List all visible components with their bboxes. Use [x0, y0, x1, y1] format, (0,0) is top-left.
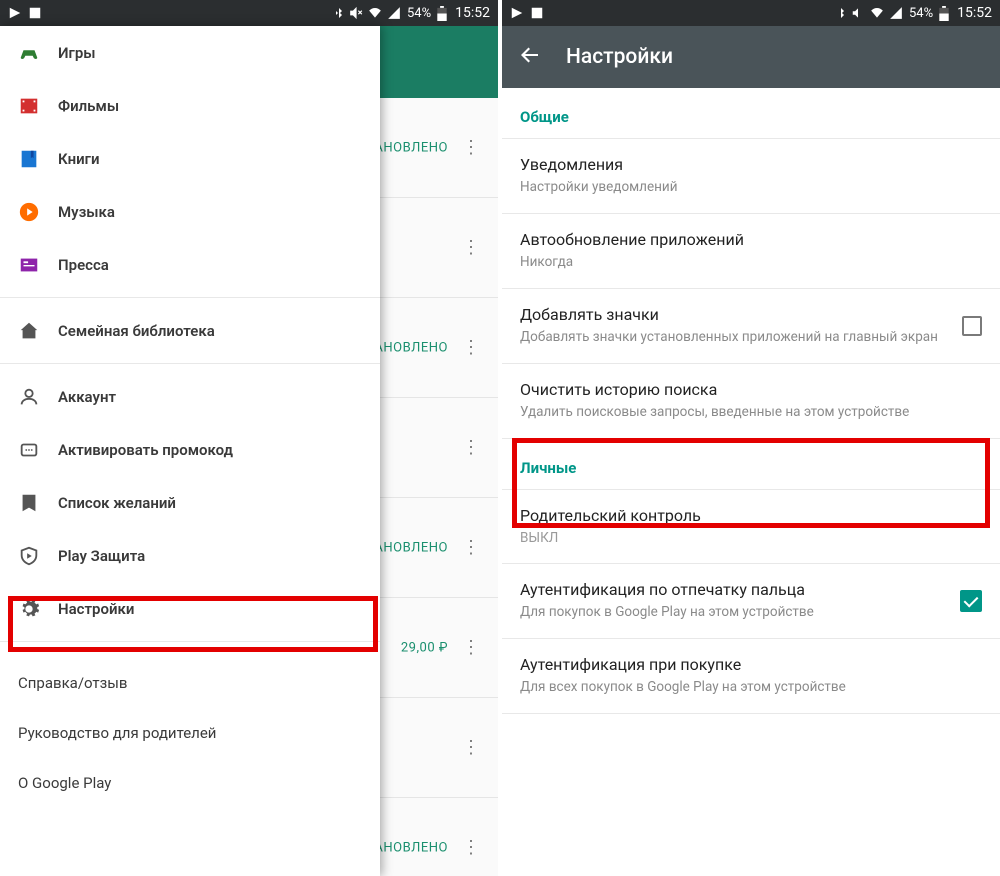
checkbox-fingerprint[interactable]	[960, 590, 982, 612]
divider	[0, 641, 380, 642]
wifi-icon	[367, 6, 383, 20]
drawer-label: Список желаний	[58, 494, 362, 512]
mute-icon	[349, 6, 363, 20]
setting-notifications[interactable]: Уведомления Настройки уведомлений	[502, 138, 1000, 214]
app-bar-title: Настройки	[566, 45, 673, 69]
redeem-icon	[18, 439, 58, 461]
divider	[0, 363, 380, 364]
more-icon[interactable]	[462, 646, 480, 650]
drawer-label: Семейная библиотека	[58, 322, 362, 340]
play-indicator-icon	[8, 6, 22, 20]
drawer-label: Фильмы	[58, 97, 362, 115]
film-icon	[18, 95, 58, 117]
more-icon[interactable]	[462, 446, 480, 450]
account-icon	[18, 386, 58, 408]
setting-parental[interactable]: Родительский контроль ВЫКЛ	[502, 489, 1000, 565]
checkbox-add-icons[interactable]	[962, 316, 982, 336]
drawer-item-books[interactable]: Книги	[0, 132, 380, 185]
wishlist-icon	[18, 492, 58, 514]
drawer-item-music[interactable]: Музыка	[0, 185, 380, 238]
drawer-item-wishlist[interactable]: Список желаний	[0, 476, 380, 529]
drawer-label: Музыка	[58, 203, 362, 221]
music-icon	[18, 201, 58, 223]
drawer-item-family[interactable]: Семейная библиотека	[0, 304, 380, 357]
more-icon[interactable]	[462, 846, 480, 850]
battery-percent: 54%	[909, 6, 933, 21]
settings-list[interactable]: Общие Уведомления Настройки уведомлений …	[502, 88, 1000, 876]
more-icon[interactable]	[462, 746, 480, 750]
drawer-label: Игры	[58, 44, 362, 62]
image-indicator-icon	[530, 6, 544, 20]
footer-help[interactable]: Справка/отзыв	[18, 658, 362, 708]
back-button[interactable]	[518, 43, 542, 71]
app-bar: Настройки	[502, 26, 1000, 88]
phone-right-settings: 54% 15:52 Настройки Общие Уведомления На…	[498, 0, 1000, 876]
setting-purchase-auth[interactable]: Аутентификация при покупке Для всех поку…	[502, 639, 1000, 714]
drawer-item-redeem[interactable]: Активировать промокод	[0, 423, 380, 476]
divider	[0, 297, 380, 298]
section-general: Общие	[502, 88, 1000, 138]
play-indicator-icon	[510, 6, 524, 20]
signal-icon	[889, 6, 903, 20]
clock: 15:52	[957, 5, 992, 21]
more-icon[interactable]	[462, 346, 480, 350]
bluetooth-icon	[333, 6, 345, 20]
setting-autoupdate[interactable]: Автообновление приложений Никогда	[502, 214, 1000, 289]
setting-add-icons[interactable]: Добавлять значки Добавлять значки устано…	[502, 289, 1000, 364]
more-icon[interactable]	[462, 146, 480, 150]
bluetooth-icon	[835, 6, 847, 20]
phone-left-drawer: 54% 15:52 ТАНОВЛЕНО ТАНОВЛЕНО ТАНОВЛЕНО …	[0, 0, 498, 876]
clock: 15:52	[455, 5, 490, 21]
drawer-label: Play Защита	[58, 547, 362, 565]
drawer-label: Книги	[58, 150, 362, 168]
setting-clear-history[interactable]: Очистить историю поиска Удалить поисковы…	[502, 364, 1000, 439]
drawer-item-movies[interactable]: Фильмы	[0, 79, 380, 132]
book-icon	[18, 148, 58, 170]
family-icon	[18, 320, 58, 342]
status-bar: 54% 15:52	[502, 0, 1000, 26]
more-icon[interactable]	[462, 546, 480, 550]
setting-fingerprint[interactable]: Аутентификация по отпечатку пальца Для п…	[502, 564, 1000, 639]
signal-icon	[387, 6, 401, 20]
drawer-item-games[interactable]: Игры	[0, 26, 380, 79]
drawer-item-account[interactable]: Аккаунт	[0, 370, 380, 423]
mute-icon	[851, 6, 865, 20]
navigation-drawer: Игры Фильмы Книги Музыка Пресса Семейная…	[0, 26, 380, 876]
arrow-back-icon	[518, 43, 542, 67]
drawer-item-settings[interactable]: Настройки	[0, 582, 380, 635]
newsstand-icon	[18, 254, 58, 276]
setting-more[interactable]	[502, 714, 1000, 769]
gear-icon	[18, 598, 58, 620]
gamepad-icon	[18, 42, 58, 64]
battery-icon	[437, 6, 447, 21]
drawer-label: Пресса	[58, 256, 362, 274]
drawer-label: Аккаунт	[58, 388, 362, 406]
wifi-icon	[869, 6, 885, 20]
battery-percent: 54%	[407, 6, 431, 21]
drawer-label: Настройки	[58, 600, 362, 618]
more-icon[interactable]	[462, 246, 480, 250]
section-personal: Личные	[502, 439, 1000, 489]
footer-parents[interactable]: Руководство для родителей	[18, 708, 362, 758]
shield-icon	[18, 545, 58, 567]
battery-icon	[939, 6, 949, 21]
status-bar: 54% 15:52	[0, 0, 498, 26]
drawer-item-newsstand[interactable]: Пресса	[0, 238, 380, 291]
image-indicator-icon	[28, 6, 42, 20]
drawer-label: Активировать промокод	[58, 441, 362, 459]
drawer-item-play-protect[interactable]: Play Защита	[0, 529, 380, 582]
footer-about[interactable]: О Google Play	[18, 758, 362, 808]
